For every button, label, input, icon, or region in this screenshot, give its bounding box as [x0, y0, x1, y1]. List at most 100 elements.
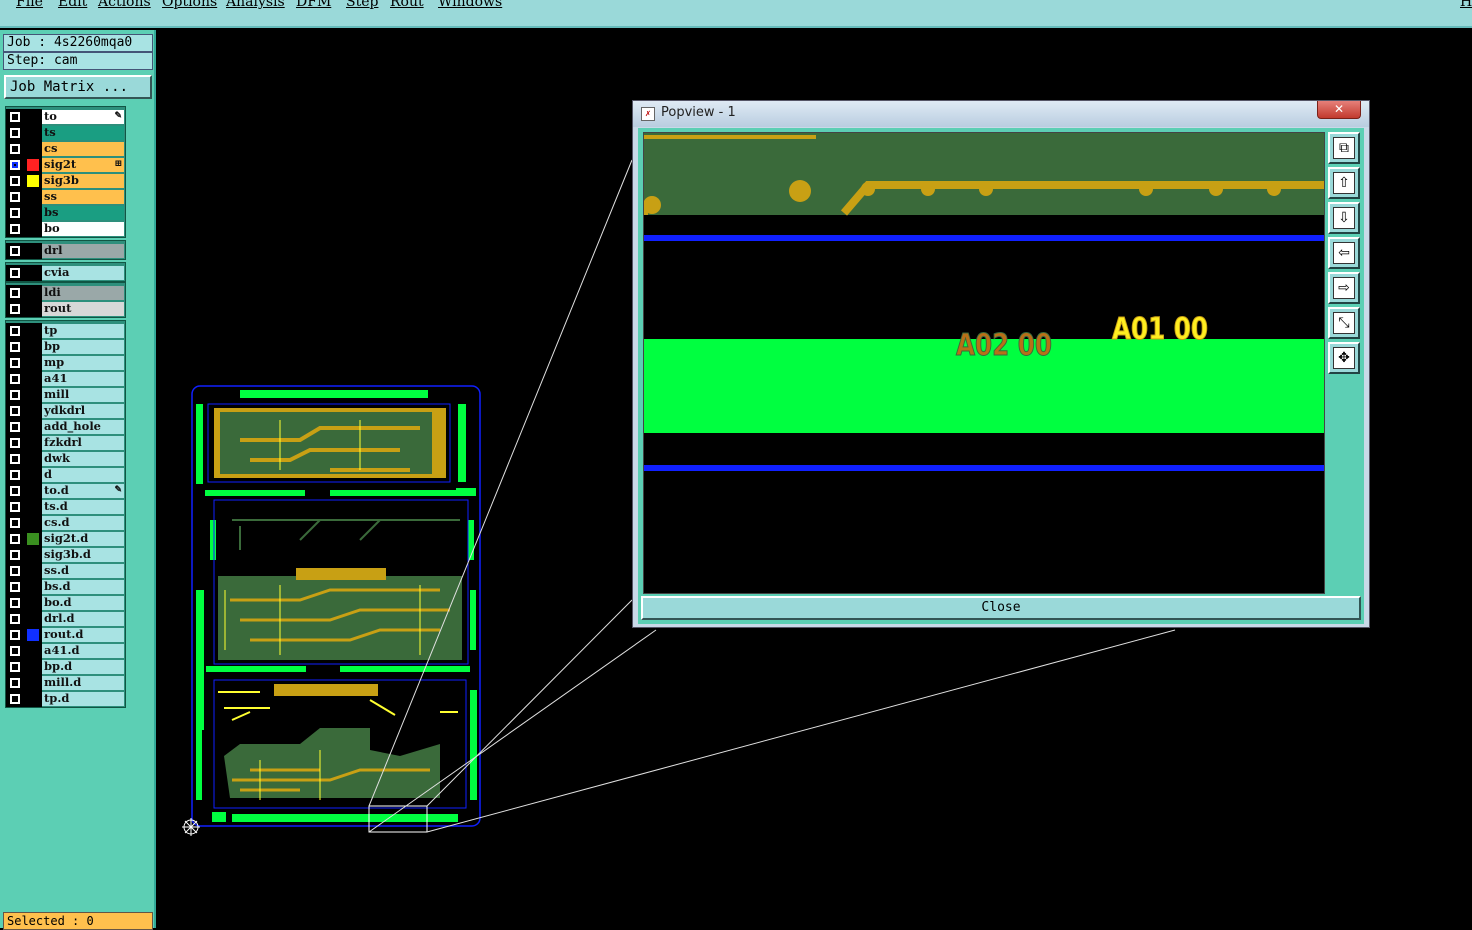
window-close-button[interactable]: ✕: [1317, 101, 1361, 119]
menu-options[interactable]: Options: [162, 0, 217, 10]
layer-row-mill[interactable]: mill: [6, 387, 125, 403]
layer-checkbox[interactable]: [10, 614, 20, 624]
layer-checkbox[interactable]: [10, 128, 20, 138]
layer-row-bs-d[interactable]: bs.d: [6, 579, 125, 595]
menu-file[interactable]: File: [16, 0, 43, 10]
zoom-fit-button[interactable]: ✥: [1328, 342, 1360, 374]
layer-checkbox[interactable]: [10, 646, 20, 656]
checkbox-dot: [14, 272, 16, 274]
checkbox-dot: [14, 522, 16, 524]
layer-row-ss-d[interactable]: ss.d: [6, 563, 125, 579]
layer-row-dwk[interactable]: dwk: [6, 451, 125, 467]
layer-row-bo-d[interactable]: bo.d: [6, 595, 125, 611]
layer-row-d[interactable]: d: [6, 467, 125, 483]
layer-row-ts-d[interactable]: ts.d: [6, 499, 125, 515]
layer-checkbox[interactable]: [10, 534, 20, 544]
zoom-home-button[interactable]: ⤡: [1328, 307, 1360, 339]
layer-row-sig3b-d[interactable]: sig3b.d: [6, 547, 125, 563]
layer-row-fzkdrl[interactable]: fzkdrl: [6, 435, 125, 451]
layer-checkbox[interactable]: [10, 144, 20, 154]
layer-checkbox[interactable]: [10, 176, 20, 186]
layer-checkbox[interactable]: [10, 630, 20, 640]
layer-row-cvia[interactable]: cvia: [6, 265, 125, 281]
layer-checkbox[interactable]: [10, 598, 20, 608]
layer-row-ss[interactable]: ss: [6, 189, 125, 205]
layer-row-sig3b[interactable]: sig3b: [6, 173, 125, 189]
layer-checkbox[interactable]: [10, 518, 20, 528]
popview-canvas[interactable]: A02 00 A01 00: [643, 132, 1325, 594]
layer-row-bo[interactable]: bo: [6, 221, 125, 237]
layer-checkbox[interactable]: [10, 566, 20, 576]
layer-checkbox[interactable]: [10, 486, 20, 496]
layer-checkbox[interactable]: [10, 208, 20, 218]
layer-row-sig2t[interactable]: sig2t ⊞: [6, 157, 125, 173]
pan-down-button[interactable]: ⇩: [1328, 202, 1360, 234]
layer-row-drl-d[interactable]: drl.d: [6, 611, 125, 627]
layer-row-rout-d[interactable]: rout.d: [6, 627, 125, 643]
origin-marker-icon: [182, 818, 200, 836]
menu-windows[interactable]: Windows: [438, 0, 502, 10]
layer-checkbox[interactable]: [10, 160, 20, 170]
layer-checkbox[interactable]: [10, 502, 20, 512]
layer-checkbox[interactable]: [10, 112, 20, 122]
layer-checkbox[interactable]: [10, 662, 20, 672]
layer-checkbox[interactable]: [10, 358, 20, 368]
layer-checkbox[interactable]: [10, 550, 20, 560]
menu-dfm[interactable]: DFM: [296, 0, 331, 10]
layer-checkbox[interactable]: [10, 678, 20, 688]
layer-row-rout[interactable]: rout: [6, 301, 125, 317]
layer-row-mill-d[interactable]: mill.d: [6, 675, 125, 691]
menu-analysis[interactable]: Analysis: [226, 0, 285, 10]
pan-left-button[interactable]: ⇦: [1328, 237, 1360, 269]
close-button[interactable]: Close: [641, 596, 1361, 620]
layer-row-drl[interactable]: drl: [6, 243, 125, 259]
layer-checkbox[interactable]: [10, 268, 20, 278]
layer-checkbox[interactable]: [10, 470, 20, 480]
layer-checkbox[interactable]: [10, 304, 20, 314]
layer-row-bp[interactable]: bp: [6, 339, 125, 355]
layer-group-group2: drl: [5, 240, 126, 260]
checkbox-dot: [14, 212, 16, 214]
layer-checkbox[interactable]: [10, 342, 20, 352]
layer-row-tp[interactable]: tp: [6, 323, 125, 339]
layer-checkbox[interactable]: [10, 246, 20, 256]
layer-checkbox[interactable]: [10, 288, 20, 298]
layer-row-cs-d[interactable]: cs.d: [6, 515, 125, 531]
layer-checkbox[interactable]: [10, 582, 20, 592]
menu-edit[interactable]: Edit: [58, 0, 87, 10]
pan-right-button[interactable]: ⇨: [1328, 272, 1360, 304]
menu-step[interactable]: Step: [346, 0, 378, 10]
layer-checkbox[interactable]: [10, 406, 20, 416]
layer-checkbox[interactable]: [10, 454, 20, 464]
job-matrix-button[interactable]: Job Matrix ...: [4, 75, 152, 99]
layer-row-ts[interactable]: ts: [6, 125, 125, 141]
layer-checkbox[interactable]: [10, 694, 20, 704]
layer-row-ydkdrl[interactable]: ydkdrl: [6, 403, 125, 419]
layer-checkbox[interactable]: [10, 422, 20, 432]
layer-checkbox[interactable]: [10, 390, 20, 400]
layer-checkbox[interactable]: [10, 326, 20, 336]
layer-row-a41[interactable]: a41: [6, 371, 125, 387]
layer-row-bs[interactable]: bs: [6, 205, 125, 221]
popview-titlebar[interactable]: ✗ Popview - 1 ✕: [633, 101, 1369, 127]
layer-row-to-d[interactable]: to.d ✎: [6, 483, 125, 499]
layer-row-sig2t-d[interactable]: sig2t.d: [6, 531, 125, 547]
layer-row-add_hole[interactable]: add_hole: [6, 419, 125, 435]
layer-row-cs[interactable]: cs: [6, 141, 125, 157]
layer-checkbox[interactable]: [10, 374, 20, 384]
layer-checkbox[interactable]: [10, 224, 20, 234]
layer-row-bp-d[interactable]: bp.d: [6, 659, 125, 675]
menu-actions[interactable]: Actions: [98, 0, 151, 10]
layer-row-mp[interactable]: mp: [6, 355, 125, 371]
menu-help[interactable]: H: [1460, 0, 1472, 10]
pan-up-button[interactable]: ⇧: [1328, 167, 1360, 199]
layer-row-to[interactable]: to ✎: [6, 109, 125, 125]
layer-row-ldi[interactable]: ldi: [6, 285, 125, 301]
checkbox-dot: [14, 682, 16, 684]
menu-rout[interactable]: Rout: [390, 0, 424, 10]
layer-checkbox[interactable]: [10, 438, 20, 448]
layer-row-a41-d[interactable]: a41.d: [6, 643, 125, 659]
layer-row-tp-d[interactable]: tp.d: [6, 691, 125, 707]
layer-checkbox[interactable]: [10, 192, 20, 202]
zoom-window-button[interactable]: ⧉: [1328, 132, 1360, 164]
